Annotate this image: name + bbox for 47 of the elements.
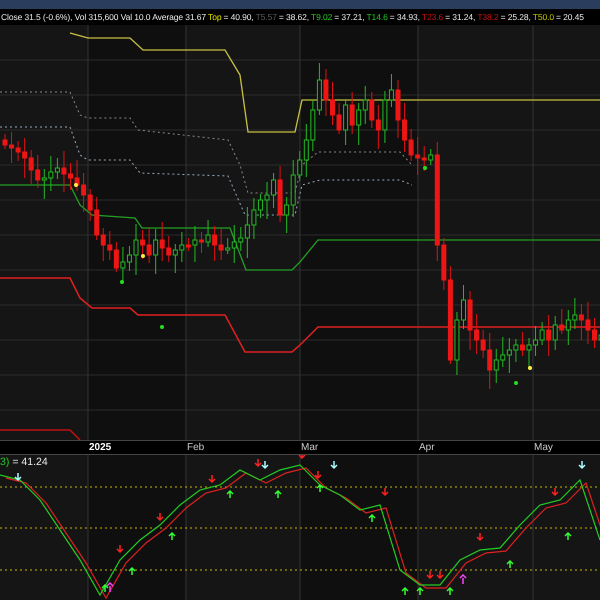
up-arrow-icon bbox=[401, 586, 409, 596]
up-arrow-icon bbox=[226, 490, 234, 499]
down-arrow-icon bbox=[330, 460, 338, 470]
indicator-period: 3) bbox=[0, 456, 10, 468]
legend-label: T50.0 bbox=[532, 11, 554, 24]
up-arrow-icon bbox=[459, 574, 467, 585]
date-label: 2025 bbox=[89, 441, 112, 454]
down-arrow-icon bbox=[476, 532, 484, 542]
up-arrow-icon bbox=[168, 532, 176, 541]
down-arrow-icon bbox=[436, 570, 444, 580]
legend-label: T9.02 bbox=[311, 11, 332, 24]
legend-value: = 34.93, bbox=[390, 11, 420, 24]
down-arrow-icon bbox=[298, 455, 306, 460]
indicator-value: = 41.24 bbox=[12, 456, 48, 468]
up-arrow-icon bbox=[416, 586, 424, 596]
legend-value: = 25.28, bbox=[500, 11, 531, 24]
price-summary: Close 31.5 (-0.6%), Vol 315,600 Val 10.0 Average 31.67 bbox=[1, 11, 206, 24]
legend-value: = 38.62, bbox=[278, 11, 310, 24]
up-arrow-icon bbox=[274, 490, 282, 499]
down-arrow-icon bbox=[156, 512, 164, 522]
down-arrow-icon bbox=[578, 460, 586, 470]
date-label: Mar bbox=[301, 441, 318, 454]
legend-label: T23.6 bbox=[422, 11, 444, 24]
legend-value: = 20.45 bbox=[556, 11, 584, 24]
down-arrow-icon bbox=[208, 474, 216, 484]
down-arrow-icon bbox=[14, 472, 22, 482]
legend-label: T5.57 bbox=[256, 11, 277, 24]
down-arrow-icon bbox=[551, 487, 559, 496]
up-arrow-icon bbox=[316, 484, 324, 493]
legend-label: Top bbox=[208, 11, 222, 24]
down-arrow-icon bbox=[314, 470, 322, 480]
up-arrow-icon bbox=[368, 514, 376, 523]
up-arrow-icon bbox=[446, 586, 454, 596]
down-arrow-icon bbox=[426, 570, 434, 580]
up-arrow-icon bbox=[128, 566, 136, 576]
date-label: May bbox=[534, 441, 553, 454]
legend-value: = 40.90, bbox=[223, 11, 254, 24]
date-label: Feb bbox=[187, 441, 204, 454]
legend-label: T14.6 bbox=[366, 11, 388, 24]
legend-value: = 31.24, bbox=[445, 11, 476, 24]
date-label: Apr bbox=[419, 441, 435, 454]
legend-value: = 37.21, bbox=[334, 11, 364, 24]
down-arrow-icon bbox=[381, 487, 389, 496]
down-arrow-icon bbox=[116, 544, 124, 554]
up-arrow-icon bbox=[506, 560, 514, 569]
legend-label: T38.2 bbox=[477, 11, 499, 24]
up-arrow-icon bbox=[564, 532, 572, 541]
